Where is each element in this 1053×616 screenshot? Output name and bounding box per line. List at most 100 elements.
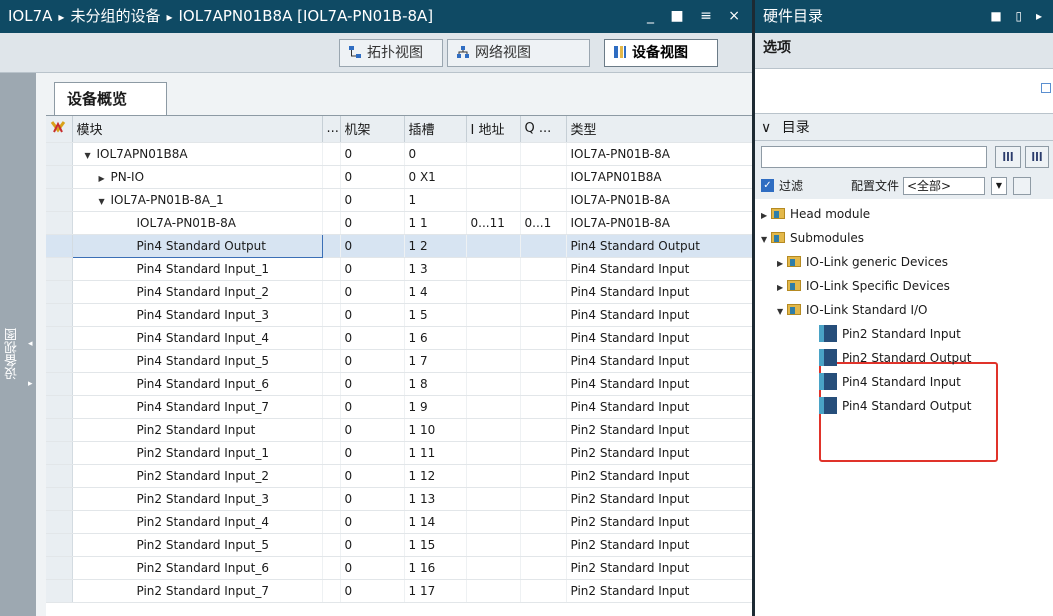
collapsed-icon[interactable]: ▶ (777, 276, 787, 299)
header-type[interactable]: 类型 (566, 116, 753, 143)
table-row[interactable]: IOL7A-PN01B-8A 0 1 1 0...11 0...1 IOL7A-PN01B… (46, 211, 753, 235)
catalog-toggle-icon[interactable]: ∨ (761, 120, 771, 136)
q-address-cell[interactable] (520, 372, 567, 396)
collapsed-icon[interactable]: ▶ (761, 204, 771, 227)
search-prev-icon[interactable]: ǀǀǀ (1025, 146, 1049, 168)
table-row[interactable]: Pin2 Standard Input_6 0 1 16 Pin2 Standard … (46, 556, 753, 580)
module-name-cell[interactable]: Pin2 Standard Input_3 (72, 487, 323, 511)
module-name-cell[interactable]: Pin4 Standard Output (71, 233, 323, 258)
header-module[interactable]: 模块 (72, 116, 323, 143)
table-row[interactable]: Pin2 Standard Input_3 0 1 13 Pin2 Standard … (46, 487, 753, 511)
i-address-cell[interactable] (466, 395, 521, 419)
i-address-cell[interactable] (466, 510, 521, 534)
catalog-search-input[interactable] (761, 146, 987, 168)
table-row[interactable]: Pin4 Standard Input_7 0 1 9 Pin4 Standard I… (46, 395, 753, 419)
q-address-cell[interactable] (520, 441, 567, 465)
table-row[interactable]: Pin2 Standard Input 0 1 10 Pin2 Standard In… (46, 418, 753, 442)
module-name-cell[interactable]: Pin4 Standard Input_1 (72, 257, 323, 281)
expand-toggle-icon[interactable]: ▶ (99, 174, 111, 183)
module-name-cell[interactable]: Pin4 Standard Input_4 (72, 326, 323, 350)
module-name-cell[interactable]: IOL7A-PN01B-8A (72, 211, 323, 235)
module-name-cell[interactable]: Pin4 Standard Input_3 (72, 303, 323, 327)
q-address-cell[interactable] (520, 510, 567, 534)
profile-dropdown-icon[interactable]: ▼ (991, 177, 1007, 195)
q-address-cell[interactable] (520, 395, 567, 419)
module-name-cell[interactable]: ▶ PN-IO (72, 165, 323, 189)
module-name-cell[interactable]: Pin2 Standard Input (72, 418, 323, 442)
q-address-cell[interactable]: 0...1 (520, 211, 567, 235)
module-name-cell[interactable]: Pin4 Standard Input_2 (72, 280, 323, 304)
table-row[interactable]: ▼ IOL7A-PN01B-8A_1 0 1 IOL7A-PN01B-8A (46, 188, 753, 212)
table-row[interactable]: Pin4 Standard Output 0 1 2 Pin4 Standard Ou… (46, 233, 753, 258)
profile-settings-icon[interactable] (1013, 177, 1031, 195)
table-row[interactable]: Pin2 Standard Input_1 0 1 11 Pin2 Standard … (46, 441, 753, 465)
i-address-cell[interactable] (466, 464, 521, 488)
q-address-cell[interactable] (520, 142, 567, 166)
q-address-cell[interactable] (520, 487, 567, 511)
i-address-cell[interactable] (466, 142, 521, 166)
table-row[interactable]: Pin4 Standard Input_1 0 1 3 Pin4 Standard I… (46, 257, 753, 281)
module-name-cell[interactable]: ▼ IOL7A-PN01B-8A_1 (72, 188, 323, 212)
i-address-cell[interactable] (466, 372, 521, 396)
q-address-cell[interactable] (520, 188, 567, 212)
table-row[interactable]: Pin2 Standard Input_7 0 1 17 Pin2 Standard … (46, 579, 753, 603)
header-slot[interactable]: 插槽 (404, 116, 467, 143)
q-address-cell[interactable] (520, 326, 567, 350)
i-address-cell[interactable] (466, 165, 521, 189)
i-address-cell[interactable]: 0...11 (466, 211, 521, 235)
table-row[interactable]: Pin4 Standard Input_6 0 1 8 Pin4 Standard I… (46, 372, 753, 396)
header-rack[interactable]: 机架 (340, 116, 405, 143)
i-address-cell[interactable] (466, 441, 521, 465)
q-address-cell[interactable] (520, 280, 567, 304)
i-address-cell[interactable] (466, 556, 521, 580)
module-name-cell[interactable]: Pin2 Standard Input_2 (72, 464, 323, 488)
table-row[interactable]: Pin4 Standard Input_2 0 1 4 Pin4 Standard I… (46, 280, 753, 304)
q-address-cell[interactable] (520, 257, 567, 281)
table-row[interactable]: Pin4 Standard Input_4 0 1 6 Pin4 Standard I… (46, 326, 753, 350)
catalog-module-item[interactable]: Pin2 Standard Output (819, 347, 971, 370)
i-address-cell[interactable] (466, 188, 521, 212)
q-address-cell[interactable] (520, 165, 567, 189)
q-address-cell[interactable] (520, 234, 567, 258)
i-address-cell[interactable] (466, 280, 521, 304)
window-controls[interactable]: _ ■ ≡ × (647, 0, 746, 33)
expanded-icon[interactable]: ▼ (777, 300, 787, 323)
tab-device-overview[interactable]: 设备概览 (54, 82, 167, 115)
i-address-cell[interactable] (466, 533, 521, 557)
q-address-cell[interactable] (520, 303, 567, 327)
options-expand-icon[interactable] (1041, 83, 1051, 93)
i-address-cell[interactable] (466, 234, 521, 258)
table-row[interactable]: Pin2 Standard Input_2 0 1 12 Pin2 Standard … (46, 464, 753, 488)
header-q-address[interactable]: Q ... (520, 116, 567, 143)
table-row[interactable]: Pin4 Standard Input_3 0 1 5 Pin4 Standard I… (46, 303, 753, 327)
module-name-cell[interactable]: ▼ IOL7APN01B8A (72, 142, 323, 166)
table-row[interactable]: Pin2 Standard Input_4 0 1 14 Pin2 Standard … (46, 510, 753, 534)
header-more[interactable]: ... (322, 116, 341, 143)
module-name-cell[interactable]: Pin2 Standard Input_1 (72, 441, 323, 465)
q-address-cell[interactable] (520, 464, 567, 488)
catalog-folder-item[interactable]: ▶ IO-Link Specific Devices (777, 275, 950, 298)
q-address-cell[interactable] (520, 533, 567, 557)
tab-device-view[interactable]: 设备视图 (604, 39, 718, 67)
catalog-module-item[interactable]: Pin4 Standard Output (819, 395, 971, 418)
i-address-cell[interactable] (466, 579, 521, 603)
i-address-cell[interactable] (466, 326, 521, 350)
module-name-cell[interactable]: Pin2 Standard Input_4 (72, 510, 323, 534)
profile-select[interactable]: <全部> (903, 177, 985, 195)
collapsed-icon[interactable]: ▶ (777, 252, 787, 275)
search-next-icon[interactable]: ǀǀǀ (995, 146, 1021, 168)
i-address-cell[interactable] (466, 487, 521, 511)
device-view-side-strip[interactable]: ◂ ▸ 设备视图 (0, 73, 36, 616)
catalog-module-item[interactable]: Pin4 Standard Input (819, 371, 961, 394)
expand-toggle-icon[interactable]: ▼ (99, 197, 111, 206)
catalog-folder-item[interactable]: ▼ Submodules (761, 227, 864, 250)
catalog-window-controls[interactable]: ■ ▯ ▸ (990, 0, 1047, 33)
module-name-cell[interactable]: Pin2 Standard Input_5 (72, 533, 323, 557)
table-row[interactable]: ▶ PN-IO 0 0 X1 IOL7APN01B8A (46, 165, 753, 189)
catalog-module-item[interactable]: Pin2 Standard Input (819, 323, 961, 346)
i-address-cell[interactable] (466, 418, 521, 442)
breadcrumb-group[interactable]: 未分组的设备 (70, 7, 160, 25)
expand-right-icon[interactable]: ▸ (28, 379, 33, 389)
breadcrumb-device[interactable]: IOL7APN01B8A [IOL7A-PN01B-8A] (178, 7, 433, 25)
tab-topology-view[interactable]: 拓扑视图 (339, 39, 443, 67)
